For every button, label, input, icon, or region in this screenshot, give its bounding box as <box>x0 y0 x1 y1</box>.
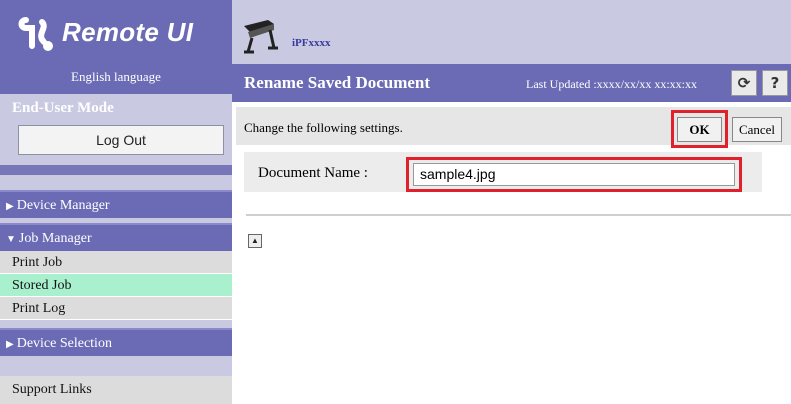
divider <box>246 214 791 216</box>
ok-button[interactable]: OK <box>677 117 722 142</box>
sidebar-spacer <box>0 356 232 376</box>
user-mode-label: End-User Mode <box>12 100 114 116</box>
sidebar-item-stored-job[interactable]: Stored Job <box>0 274 232 297</box>
last-updated-text: Last Updated :xxxx/xx/xx xx:xx:xx <box>526 77 697 91</box>
sidebar-item-device-selection[interactable]: ▶ Device Selection <box>0 328 232 356</box>
triangle-right-icon: ▶ <box>6 201 14 212</box>
cancel-button[interactable]: Cancel <box>732 117 782 142</box>
page-title: Rename Saved Document <box>244 73 431 92</box>
sidebar-item-print-log[interactable]: Print Log <box>0 297 232 320</box>
triangle-down-icon: ▼ <box>6 234 16 245</box>
sidebar-item-support-links[interactable]: Support Links <box>0 376 232 404</box>
triangle-right-icon: ▶ <box>6 339 14 350</box>
sidebar-item-label: Device Selection <box>16 336 112 351</box>
sidebar-item-job-manager[interactable]: ▼ Job Manager <box>0 223 232 251</box>
scroll-to-top-button[interactable]: ▲ <box>248 234 262 248</box>
sidebar-item-print-job[interactable]: Print Job <box>0 251 232 274</box>
language-selector[interactable]: English language <box>0 64 232 94</box>
logout-button[interactable]: Log Out <box>18 125 224 155</box>
app-title: Remote UI <box>62 17 194 47</box>
sidebar-divider <box>0 165 232 175</box>
remote-ui-logo-icon <box>18 17 53 51</box>
sidebar-item-label: Job Manager <box>18 231 92 246</box>
help-button[interactable]: ? <box>762 70 788 96</box>
printer-model: iPFxxxx <box>292 37 331 49</box>
help-icon: ? <box>770 74 780 92</box>
refresh-icon: ⟳ <box>737 74 751 92</box>
instruction-text: Change the following settings. <box>244 120 403 135</box>
sidebar-item-device-manager[interactable]: ▶ Device Manager <box>0 190 232 218</box>
top-banner <box>232 0 791 64</box>
document-name-label: Document Name : <box>258 165 368 181</box>
triangle-up-icon: ▲ <box>251 236 259 245</box>
refresh-button[interactable]: ⟳ <box>731 70 757 96</box>
sidebar-item-label: Device Manager <box>16 198 110 213</box>
document-name-input[interactable]: sample4.jpg <box>413 163 735 186</box>
printer-icon <box>244 20 278 54</box>
